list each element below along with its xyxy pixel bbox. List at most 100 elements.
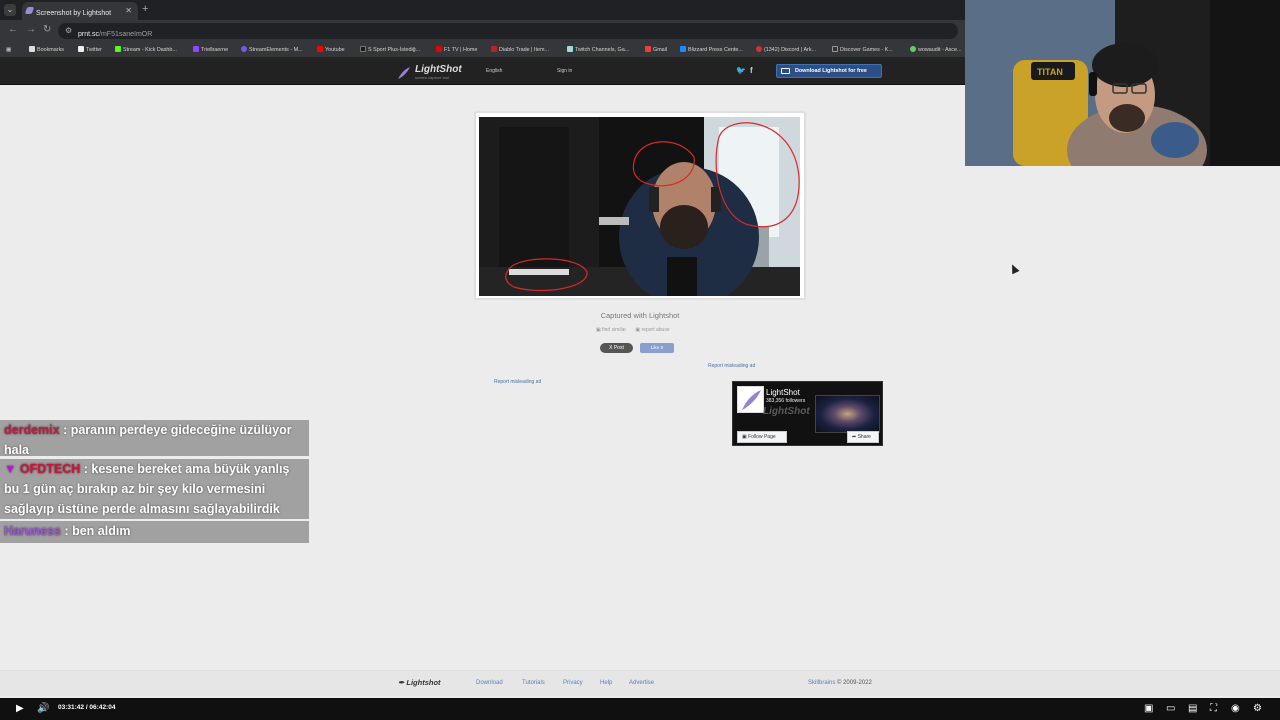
share-button[interactable]: ➦ Share xyxy=(847,431,879,443)
bookmark-item[interactable]: Youtube xyxy=(317,45,345,55)
lightshot-logo[interactable]: LightShot screen capture tool xyxy=(397,64,469,82)
mouse-cursor xyxy=(1008,262,1020,275)
bookmark-item[interactable]: wowaudit - Asce... xyxy=(910,45,961,55)
footer-link-tutorials[interactable]: Tutorials xyxy=(522,680,545,686)
bookmark-item[interactable]: S Sport Plus-İstediğ... xyxy=(360,45,420,55)
lightshot-favicon-icon xyxy=(24,7,35,14)
bookmark-item[interactable]: Discover Games - K... xyxy=(832,45,893,55)
footer-link-help[interactable]: Help xyxy=(600,680,612,686)
bookmark-item[interactable]: Twitter xyxy=(78,45,102,55)
bookmark-item[interactable]: Blizzard Press Cente... xyxy=(680,45,743,55)
footer-logo[interactable]: ✒ Lightshot xyxy=(398,678,441,687)
bookmark-item[interactable]: Diablo Trade | Item... xyxy=(491,45,549,55)
bookmark-item[interactable]: Stream - Kick Dashb... xyxy=(115,45,177,55)
chat-message: ▼ OFDTECH : kesene bereket ama büyük yan… xyxy=(0,459,309,519)
screenshot-photo xyxy=(479,117,800,296)
gem-icon: ▼ xyxy=(4,462,20,476)
twitchtracker-icon xyxy=(567,46,573,52)
svg-text:TITAN: TITAN xyxy=(1037,67,1063,77)
x-post-button[interactable]: X Post xyxy=(600,343,633,353)
watermark-logo: LightShot xyxy=(763,406,810,417)
twitch-icon xyxy=(193,46,199,52)
gmail-icon xyxy=(645,46,651,52)
page-avatar xyxy=(737,386,764,413)
language-select[interactable]: English xyxy=(486,68,502,74)
screenshot-image[interactable] xyxy=(479,117,800,296)
download-button[interactable]: Download Lightshot for free xyxy=(776,64,882,78)
bookmark-item[interactable]: Gmail xyxy=(645,45,667,55)
page-footer: ✒ Lightshot Download Tutorials Privacy H… xyxy=(0,670,1280,696)
chat-text: Haruness : ben aldım xyxy=(0,521,309,541)
report-ad-link[interactable]: Report misleading ad xyxy=(708,363,755,369)
chat-toggle-icon[interactable]: ▤ xyxy=(1188,703,1197,715)
f1-icon xyxy=(436,46,442,52)
facebook-icon[interactable]: f xyxy=(750,66,753,75)
find-similar-link[interactable]: ▣ find similar xyxy=(596,327,630,333)
twitter-icon[interactable]: 🐦 xyxy=(736,66,746,75)
ssport-icon xyxy=(360,46,366,52)
download-button-label: Download Lightshot for free xyxy=(795,68,867,74)
chat-text: derdemix : paranın perdeye gideceğine üz… xyxy=(0,420,309,460)
page-title[interactable]: LightShot xyxy=(766,388,800,397)
webcam-feed: TITAN xyxy=(965,0,1280,166)
copyright: Skillbrains © 2009-2022 xyxy=(808,680,872,686)
youtube-icon xyxy=(317,46,323,52)
x-icon xyxy=(78,46,84,52)
bookmark-item[interactable]: F1 TV | Home xyxy=(436,45,477,55)
back-icon[interactable]: ← xyxy=(8,24,18,35)
feather-icon xyxy=(742,390,761,410)
footer-link-advertise[interactable]: Advertise xyxy=(629,680,654,686)
kick-icon xyxy=(115,46,121,52)
chat-username: Haruness xyxy=(4,524,61,538)
footer-link-download[interactable]: Download xyxy=(476,680,503,686)
diablo-icon xyxy=(491,46,497,52)
facebook-page-widget[interactable]: LightShot 383,356 followers LightShot ▣ … xyxy=(732,381,883,446)
url-host: prnt.sc xyxy=(78,31,100,38)
play-icon[interactable]: ▶ xyxy=(16,703,24,715)
chat-text: ▼ OFDTECH : kesene bereket ama büyük yan… xyxy=(0,459,309,519)
apps-icon[interactable]: ▦ xyxy=(6,45,11,55)
captured-caption: Captured with Lightshot xyxy=(600,311,680,320)
new-tab-icon[interactable]: + xyxy=(142,3,148,15)
chat-message: Haruness : ben aldım xyxy=(0,521,309,543)
bookmark-item[interactable]: StreamElements - M... xyxy=(241,45,303,55)
wowaudit-icon xyxy=(910,46,916,52)
star-icon xyxy=(29,46,35,52)
discord-icon xyxy=(756,46,762,52)
bookmark-item[interactable]: Bookmarks xyxy=(29,45,64,55)
theater-icon[interactable]: ▭ xyxy=(1166,703,1175,715)
settings-gear-icon[interactable]: ⚙ xyxy=(1253,703,1262,715)
cover-image xyxy=(815,395,880,433)
footer-link-privacy[interactable]: Privacy xyxy=(563,680,583,686)
bookmark-item[interactable]: (1342) Discord | Ark... xyxy=(756,45,816,55)
tab-title: Screenshot by Lightshot xyxy=(36,10,112,17)
site-info-icon[interactable]: ⚙ xyxy=(65,26,72,35)
chat-message: derdemix : paranın perdeye gideceğine üz… xyxy=(0,420,309,457)
bookmark-item[interactable]: Twitch Channels, Ga... xyxy=(567,45,629,55)
forward-icon[interactable]: → xyxy=(26,24,36,35)
volume-icon[interactable]: 🔊 xyxy=(37,703,49,715)
miniplayer-icon[interactable]: ▣ xyxy=(1144,703,1153,715)
blizzard-icon xyxy=(680,46,686,52)
fullscreen-icon[interactable]: ⛶ xyxy=(1210,703,1217,715)
logo-tagline: screen capture tool xyxy=(415,75,450,80)
report-ad-link[interactable]: Report misleading ad xyxy=(494,379,541,385)
reload-icon[interactable]: ↻ xyxy=(43,24,51,35)
tab-close-icon[interactable]: ✕ xyxy=(125,6,132,15)
browser-tab[interactable]: Screenshot by Lightshot ✕ xyxy=(22,2,138,20)
follower-count: 383,356 followers xyxy=(766,398,806,404)
clip-icon[interactable]: ◉ xyxy=(1231,703,1240,715)
skillbrains-link[interactable]: Skillbrains xyxy=(808,680,835,686)
signin-link[interactable]: Sign in xyxy=(557,68,572,74)
url-path: /mF51saneImOR xyxy=(99,31,153,38)
bookmark-item[interactable]: Trielbaerne xyxy=(193,45,228,55)
facebook-like-button[interactable]: Like 0 xyxy=(640,343,674,353)
follow-page-button[interactable]: ▣ Follow Page xyxy=(737,431,787,443)
webcam-overlay: TITAN xyxy=(965,0,1280,166)
monitor-icon xyxy=(781,68,790,74)
streamelements-icon xyxy=(241,46,247,52)
tab-search-icon[interactable]: ⌄ xyxy=(4,4,16,16)
address-bar[interactable]: ⚙ prnt.sc/mF51saneImOR xyxy=(58,23,958,39)
report-abuse-link[interactable]: ▣ report abuse xyxy=(635,327,673,333)
chat-message-body: : ben aldım xyxy=(60,524,131,538)
